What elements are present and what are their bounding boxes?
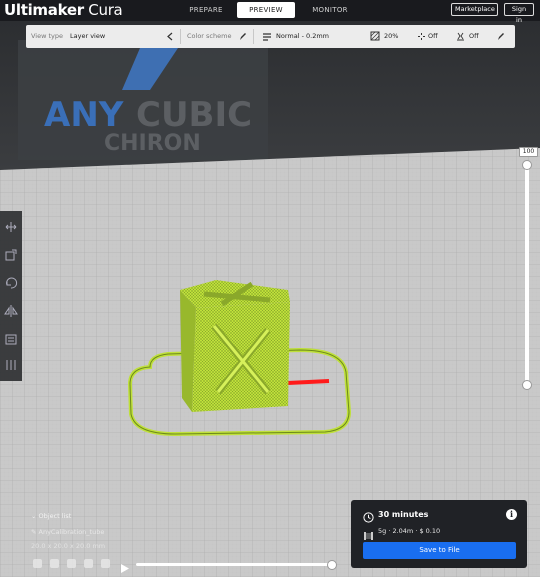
layer-slider-track[interactable] — [525, 165, 529, 386]
mirror-tool-icon[interactable] — [3, 303, 19, 319]
layer-number-input[interactable]: 100 — [519, 147, 538, 157]
info-icon[interactable]: i — [506, 509, 517, 520]
save-to-file-button[interactable]: Save to File — [363, 542, 516, 559]
layer-slider-top-handle[interactable] — [522, 160, 532, 170]
per-model-settings-icon[interactable] — [3, 331, 19, 347]
clock-icon — [363, 508, 374, 527]
object-list-toggle[interactable]: ⌄ Object list — [31, 510, 71, 522]
infill-icon — [370, 25, 380, 48]
brand-text-model: CHIRON — [104, 131, 201, 156]
color-scheme-label: Color scheme — [187, 32, 232, 40]
app-title: Ultimaker Cura — [4, 1, 123, 19]
view-type-dropdown[interactable]: Layer view — [70, 25, 105, 48]
view-type-label: View type — [31, 32, 64, 40]
tab-monitor[interactable]: MONITOR — [301, 2, 359, 18]
view-top-icon[interactable] — [67, 559, 76, 568]
print-info-panel: 30 minutes i 5g · 2.04m · $ 0.10 Save to… — [351, 500, 527, 568]
3d-viewport[interactable]: ANY CUBIC CHIRON — [0, 0, 540, 577]
layer-slider-bottom-handle[interactable] — [522, 380, 532, 390]
brand-text-any: ANY — [44, 95, 124, 135]
pencil-icon[interactable] — [239, 25, 247, 48]
tab-preview[interactable]: PREVIEW — [237, 2, 295, 18]
rotate-tool-icon[interactable] — [3, 275, 19, 291]
print-time: 30 minutes — [378, 510, 429, 519]
support-value[interactable]: Off — [428, 25, 438, 48]
scale-tool-icon[interactable] — [3, 247, 19, 263]
adhesion-value[interactable]: Off — [469, 25, 479, 48]
print-material-usage: 5g · 2.04m · $ 0.10 — [378, 527, 441, 535]
simulation-slider-handle[interactable] — [327, 560, 337, 570]
chevron-down-icon: ⌄ — [31, 512, 39, 520]
support-blocker-icon[interactable] — [3, 357, 19, 373]
app-header: Ultimaker Cura PREPARE PREVIEW MONITOR M… — [0, 0, 540, 24]
chevron-left-icon[interactable] — [166, 25, 174, 48]
pencil-icon: ✎ — [31, 528, 39, 536]
sign-in-button[interactable]: Sign in — [504, 3, 534, 24]
play-icon[interactable] — [119, 559, 130, 573]
scene-canvas: ANY CUBIC CHIRON — [0, 0, 540, 577]
toolbar-divider — [253, 29, 254, 44]
view-3d-icon[interactable] — [33, 559, 42, 568]
marketplace-button[interactable]: Marketplace — [451, 3, 498, 16]
view-left-icon[interactable] — [84, 559, 93, 568]
tab-prepare[interactable]: PREPARE — [180, 2, 232, 18]
tool-rail — [0, 211, 22, 381]
object-name-row: ✎ AnyCalibration_tube — [31, 528, 105, 536]
infill-value[interactable]: 20% — [384, 25, 398, 48]
view-right-icon[interactable] — [101, 559, 110, 568]
support-icon — [417, 25, 426, 48]
adhesion-icon — [456, 25, 465, 48]
sliders-icon — [262, 25, 272, 48]
pencil-icon[interactable] — [497, 25, 505, 48]
toolbar-divider — [180, 29, 181, 44]
simulation-slider-track[interactable] — [136, 563, 334, 566]
object-dimensions: 20.0 x 20.0 x 20.0 mm — [31, 542, 106, 550]
view-toolbar: View type Layer view Color scheme Normal… — [26, 25, 515, 48]
brand-text-cubic: CUBIC — [136, 95, 252, 135]
move-tool-icon[interactable] — [3, 219, 19, 235]
model-cube[interactable] — [180, 280, 290, 412]
travel-move-line — [287, 379, 330, 385]
view-front-icon[interactable] — [50, 559, 59, 568]
print-profile-selector[interactable]: Normal - 0.2mm — [276, 25, 329, 48]
